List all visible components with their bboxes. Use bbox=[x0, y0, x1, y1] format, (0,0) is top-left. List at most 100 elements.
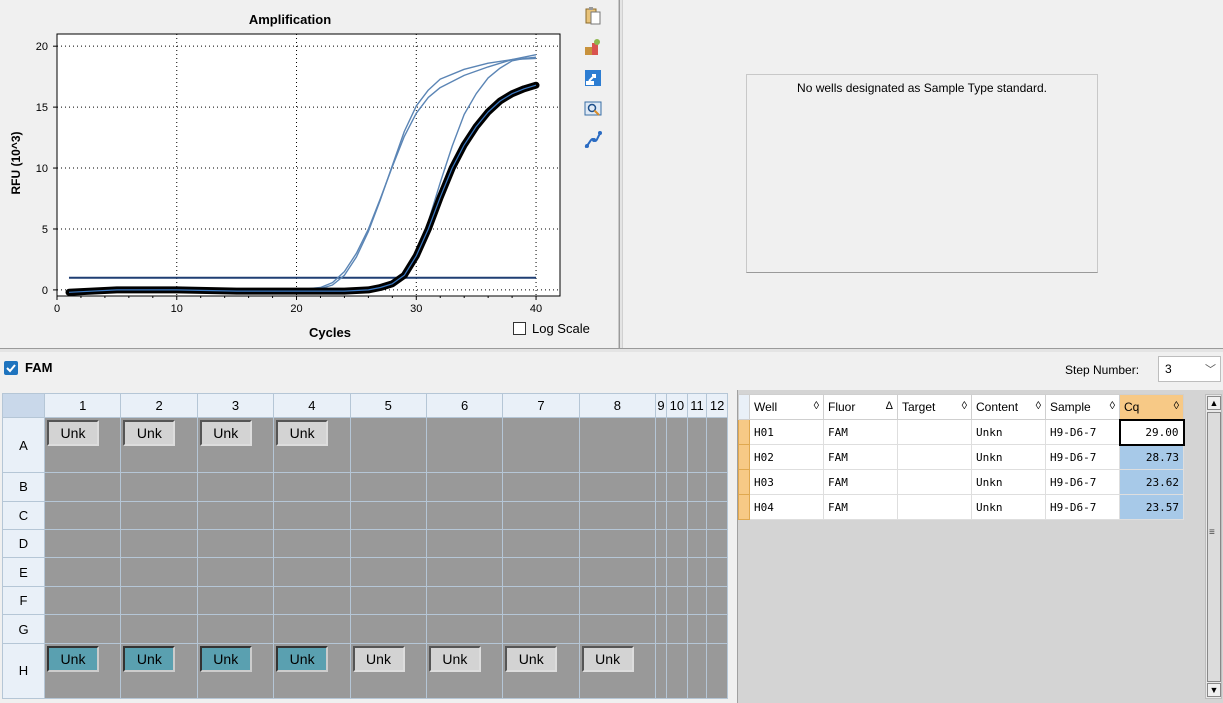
results-cell[interactable]: FAM bbox=[823, 419, 898, 445]
plate-well[interactable] bbox=[349, 585, 427, 616]
results-cell[interactable] bbox=[897, 494, 972, 520]
plate-well[interactable] bbox=[578, 416, 657, 474]
plate-well[interactable]: Unk bbox=[425, 642, 504, 700]
plate-row-header[interactable]: H bbox=[2, 642, 45, 700]
plate-well[interactable] bbox=[425, 529, 504, 559]
well-sample-type[interactable]: Unk bbox=[428, 645, 481, 672]
plate-well[interactable]: Unk bbox=[349, 642, 427, 700]
results-cell[interactable]: FAM bbox=[823, 469, 898, 495]
results-cell[interactable]: H9-D6-7 bbox=[1045, 419, 1120, 445]
plate-well[interactable] bbox=[502, 472, 580, 502]
plate-well[interactable] bbox=[578, 472, 657, 502]
sort-icon[interactable]: Δ bbox=[886, 400, 893, 412]
plate-row-header[interactable]: A bbox=[2, 416, 45, 474]
plate-well[interactable] bbox=[686, 614, 708, 644]
plate-well[interactable] bbox=[196, 529, 275, 559]
plate-col-header[interactable]: 10 bbox=[666, 393, 688, 418]
table-row[interactable]: H02 FAM Unkn H9-D6-7 28.73 bbox=[738, 444, 1184, 470]
plate-well[interactable] bbox=[196, 472, 275, 502]
plate-well[interactable] bbox=[120, 614, 198, 644]
plate-select-all-corner[interactable] bbox=[2, 393, 45, 418]
plate-col-header[interactable]: 11 bbox=[686, 393, 708, 418]
plate-well[interactable] bbox=[502, 500, 580, 531]
plate-well[interactable] bbox=[666, 614, 688, 644]
fam-checkbox[interactable] bbox=[4, 361, 18, 375]
chart-settings-icon[interactable] bbox=[583, 37, 603, 57]
plate-well[interactable] bbox=[196, 557, 275, 587]
well-sample-type[interactable]: Unk bbox=[199, 420, 252, 446]
plate-well[interactable] bbox=[686, 557, 708, 587]
plate-well[interactable] bbox=[120, 529, 198, 559]
results-col-sample[interactable]: Sample ◊ bbox=[1045, 394, 1120, 420]
results-cell[interactable]: H04 bbox=[749, 494, 824, 520]
plate-well[interactable] bbox=[43, 557, 122, 587]
plate-well[interactable] bbox=[349, 557, 427, 587]
results-cell[interactable]: 29.00 bbox=[1118, 418, 1185, 446]
plate-well[interactable] bbox=[120, 472, 198, 502]
plate-well[interactable] bbox=[686, 416, 708, 474]
results-cell[interactable]: 23.62 bbox=[1119, 469, 1184, 495]
plate-well[interactable] bbox=[120, 557, 198, 587]
plate-well[interactable] bbox=[349, 614, 427, 644]
zoom-chart-icon[interactable] bbox=[583, 99, 603, 119]
results-cell[interactable] bbox=[897, 469, 972, 495]
scrollbar-thumb[interactable] bbox=[1207, 412, 1221, 682]
plate-well[interactable] bbox=[43, 500, 122, 531]
plate-well[interactable] bbox=[706, 557, 728, 587]
plate-col-header[interactable]: 6 bbox=[425, 393, 504, 418]
results-cell[interactable]: H9-D6-7 bbox=[1045, 469, 1120, 495]
plate-well[interactable] bbox=[666, 642, 688, 700]
plate-col-header[interactable]: 7 bbox=[502, 393, 580, 418]
plate-well[interactable] bbox=[666, 416, 688, 474]
well-sample-type[interactable]: Unk bbox=[47, 420, 99, 446]
scroll-down-icon[interactable]: ▼ bbox=[1207, 683, 1221, 697]
plate-well[interactable] bbox=[666, 557, 688, 587]
plate-well[interactable] bbox=[43, 614, 122, 644]
plate-well[interactable] bbox=[654, 416, 668, 474]
results-cell[interactable]: H01 bbox=[749, 419, 824, 445]
plate-well[interactable]: Unk bbox=[120, 416, 198, 474]
plate-well[interactable] bbox=[273, 472, 351, 502]
results-scrollbar[interactable]: ▲ ≡ ▼ bbox=[1205, 394, 1222, 699]
results-cell[interactable] bbox=[897, 419, 972, 445]
export-icon[interactable] bbox=[583, 68, 603, 88]
results-col-well[interactable]: Well ◊ bbox=[749, 394, 824, 420]
plate-well[interactable] bbox=[43, 529, 122, 559]
plate-well[interactable] bbox=[349, 500, 427, 531]
plate-well[interactable] bbox=[666, 472, 688, 502]
results-cell[interactable]: 28.73 bbox=[1119, 444, 1184, 470]
results-cell[interactable] bbox=[897, 444, 972, 470]
plate-well[interactable] bbox=[273, 500, 351, 531]
results-col-target[interactable]: Target ◊ bbox=[897, 394, 972, 420]
results-col-cq[interactable]: Cq ◊ bbox=[1119, 394, 1184, 420]
results-cell[interactable]: Unkn bbox=[971, 494, 1046, 520]
plate-row-header[interactable]: F bbox=[2, 585, 45, 616]
plate-well[interactable] bbox=[706, 529, 728, 559]
plate-well[interactable] bbox=[196, 500, 275, 531]
plate-well[interactable] bbox=[349, 472, 427, 502]
plate-well[interactable] bbox=[578, 529, 657, 559]
plate-well[interactable] bbox=[706, 416, 728, 474]
step-number-select[interactable]: 3 ﹀ bbox=[1158, 356, 1221, 382]
plate-well[interactable] bbox=[273, 529, 351, 559]
row-header[interactable] bbox=[738, 469, 750, 495]
plate-well[interactable] bbox=[425, 500, 504, 531]
plate-well[interactable] bbox=[425, 585, 504, 616]
table-row[interactable]: H01 FAM Unkn H9-D6-7 29.00 bbox=[738, 418, 1185, 446]
results-cell[interactable]: H9-D6-7 bbox=[1045, 444, 1120, 470]
plate-well[interactable] bbox=[706, 472, 728, 502]
results-cell[interactable]: H03 bbox=[749, 469, 824, 495]
plate-col-header[interactable]: 12 bbox=[706, 393, 728, 418]
chevron-down-icon[interactable]: ﹀ bbox=[1205, 361, 1216, 377]
plate-row-header[interactable]: D bbox=[2, 529, 45, 559]
plate-well[interactable]: Unk bbox=[43, 416, 122, 474]
plate-well[interactable] bbox=[425, 557, 504, 587]
results-cell[interactable]: H02 bbox=[749, 444, 824, 470]
results-cell[interactable]: Unkn bbox=[971, 444, 1046, 470]
plate-row-header[interactable]: C bbox=[2, 500, 45, 531]
table-row[interactable]: H03 FAM Unkn H9-D6-7 23.62 bbox=[738, 469, 1184, 495]
results-corner[interactable] bbox=[738, 394, 750, 420]
well-sample-type[interactable]: Unk bbox=[581, 645, 634, 672]
plate-well[interactable] bbox=[425, 614, 504, 644]
plate-well[interactable] bbox=[686, 500, 708, 531]
